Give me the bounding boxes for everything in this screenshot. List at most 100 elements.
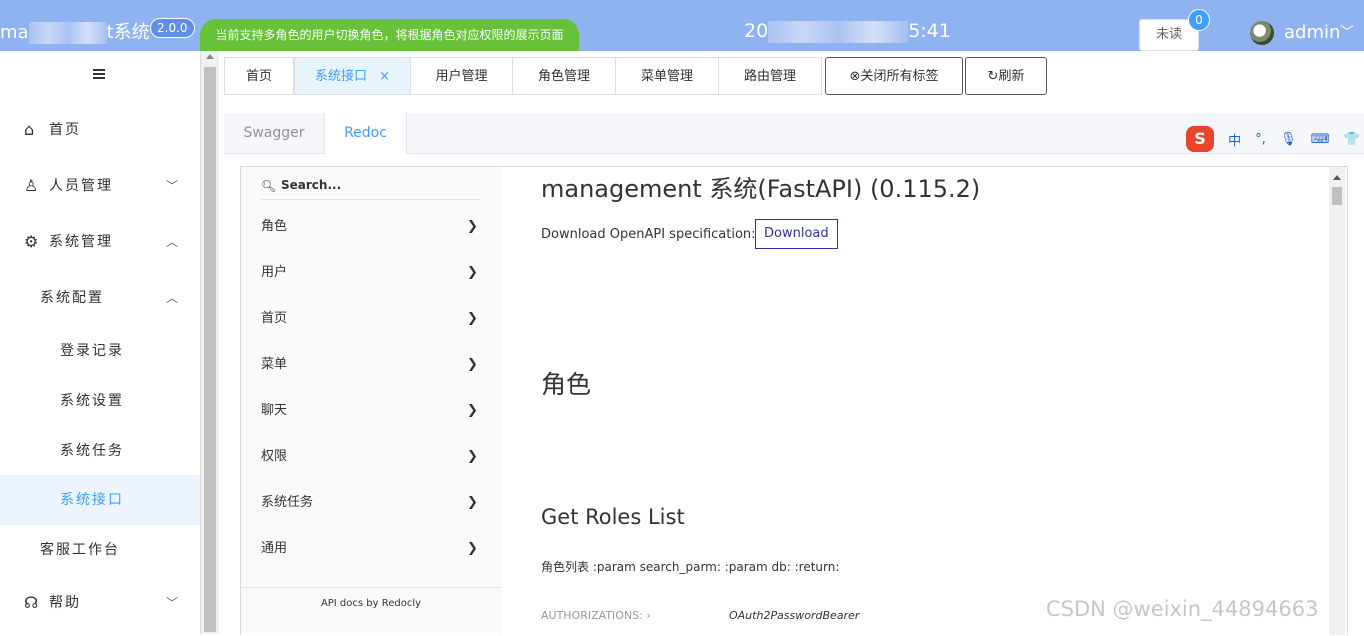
clock-start: 20 bbox=[744, 20, 769, 42]
redoc-nav-item-common[interactable]: 通用 ❯ bbox=[241, 526, 501, 572]
refresh-icon: ↻ bbox=[987, 69, 999, 84]
sidebar-item-home[interactable]: ⌂ 首页 bbox=[0, 105, 200, 155]
clock-end: 5:41 bbox=[908, 20, 951, 42]
sidebar-item-personnel[interactable]: ♙ 人员管理 ﹀ bbox=[0, 161, 200, 211]
tag-tab-routes[interactable]: 路由管理 bbox=[718, 57, 822, 95]
sidebar-item-system-config[interactable]: 系统配置 ︿ bbox=[0, 273, 200, 323]
redoc-nav-item-roles[interactable]: 角色 ❯ bbox=[241, 204, 501, 250]
redoc-nav-item-menus[interactable]: 菜单 ❯ bbox=[241, 342, 501, 388]
sidebar-item-label: 系统接口 bbox=[60, 492, 124, 508]
redoc-nav-label: 菜单 bbox=[261, 357, 288, 372]
punctuation-icon[interactable]: °, bbox=[1255, 132, 1266, 147]
chevron-right-icon: ❯ bbox=[467, 403, 478, 418]
sidebar-item-system-api[interactable]: 系统接口 bbox=[0, 475, 200, 525]
tag-tab-users[interactable]: 用户管理 bbox=[410, 57, 513, 95]
refresh-button[interactable]: ↻刷新 bbox=[965, 57, 1047, 95]
redoc-nav-item-users[interactable]: 用户 ❯ bbox=[241, 250, 501, 296]
tag-tab-roles[interactable]: 角色管理 bbox=[512, 57, 616, 95]
content-scrollbar[interactable] bbox=[1329, 167, 1345, 635]
role-notice-banner: 当前支持多角色的用户切换角色，将根据角色对应权限的展示页面 bbox=[200, 19, 579, 51]
redoc-nav-item-chat[interactable]: 聊天 ❯ bbox=[241, 388, 501, 434]
sidebar-item-system[interactable]: ⚙ 系统管理 ︿ bbox=[0, 217, 200, 267]
chevron-right-icon: ❯ bbox=[467, 311, 478, 326]
sidebar-item-label: 系统管理 bbox=[49, 234, 113, 250]
scroll-up-icon[interactable] bbox=[1333, 175, 1341, 180]
redoc-nav-item-permissions[interactable]: 权限 ❯ bbox=[241, 434, 501, 480]
scrollbar-thumb[interactable] bbox=[204, 67, 216, 632]
sidebar-item-label: 系统设置 bbox=[60, 393, 124, 409]
user-icon: ♙ bbox=[24, 176, 41, 195]
api-title: management 系统(FastAPI) (0.115.2) bbox=[541, 175, 981, 203]
chevron-down-icon: ﹀ bbox=[166, 179, 181, 193]
redoc-content: management 系统(FastAPI) (0.115.2) Downloa… bbox=[501, 167, 1347, 635]
download-label: Download OpenAPI specification: bbox=[541, 227, 756, 242]
chevron-right-icon: › bbox=[646, 609, 651, 622]
search-icon: 🔍︎ bbox=[261, 179, 277, 193]
redoc-nav-label: 角色 bbox=[261, 219, 288, 234]
close-icon[interactable]: × bbox=[379, 69, 390, 84]
sidebar-scrollbar[interactable] bbox=[200, 51, 219, 634]
tag-tab-system-api[interactable]: 系统接口 × bbox=[294, 57, 411, 95]
microphone-icon[interactable]: 🎙 bbox=[1280, 132, 1297, 147]
hamburger-icon[interactable] bbox=[93, 69, 105, 79]
scrollbar-thumb[interactable] bbox=[1332, 187, 1342, 205]
scroll-up-icon[interactable] bbox=[206, 54, 214, 59]
chevron-right-icon: ❯ bbox=[467, 541, 478, 556]
sidebar-item-system-settings[interactable]: 系统设置 bbox=[0, 376, 200, 426]
close-all-label: 关闭所有标签 bbox=[860, 69, 939, 84]
tag-tab-label: 系统接口 bbox=[314, 69, 367, 84]
app-title: ma t系统 bbox=[0, 18, 150, 44]
sidebar-item-service-desk[interactable]: 客服工作台 bbox=[0, 525, 200, 575]
redoc-nav-label: 权限 bbox=[261, 449, 288, 464]
auth-value[interactable]: OAuth2PasswordBearer bbox=[729, 609, 859, 622]
skin-icon[interactable]: 👕 bbox=[1344, 132, 1360, 147]
redoc-sidebar: 🔍︎ 角色 ❯ 用户 ❯ 首页 ❯ 菜单 ❯ 聊天 ❯ 权限 ❯ 系统任务 ❯ 通用 ❯ API… bbox=[241, 167, 501, 635]
search-input[interactable] bbox=[279, 177, 483, 193]
user-name[interactable]: admin bbox=[1284, 22, 1340, 43]
chevron-right-icon: ❯ bbox=[467, 219, 478, 234]
sidebar-item-label: 人员管理 bbox=[49, 178, 113, 194]
operation-description: 角色列表 :param search_parm: :param db: :ret… bbox=[541, 560, 840, 574]
app-title-start: ma bbox=[0, 22, 29, 43]
chevron-down-icon[interactable]: ﹀ bbox=[1340, 22, 1354, 42]
sidebar-item-system-tasks[interactable]: 系统任务 bbox=[0, 426, 200, 476]
chevron-up-icon: ︿ bbox=[166, 235, 181, 249]
authorizations-row: AUTHORIZATIONS: › OAuth2PasswordBearer bbox=[541, 609, 859, 622]
redoc-nav-label: 首页 bbox=[261, 311, 288, 326]
close-circle-icon: ⊗ bbox=[849, 69, 861, 84]
keyboard-icon[interactable]: ⌨ bbox=[1311, 132, 1330, 147]
chevron-right-icon: ❯ bbox=[467, 449, 478, 464]
sidebar-item-login-log[interactable]: 登录记录 bbox=[0, 326, 200, 376]
redoc-nav-item-system-tasks[interactable]: 系统任务 ❯ bbox=[241, 480, 501, 526]
tab-redoc[interactable]: Redoc bbox=[324, 113, 407, 154]
redacted-block bbox=[28, 22, 107, 44]
tag-tab-home[interactable]: 首页 bbox=[224, 57, 294, 95]
redoc-nav-label: 聊天 bbox=[261, 403, 288, 418]
headset-icon: ☊ bbox=[24, 593, 41, 612]
redoc-frame: 🔍︎ 角色 ❯ 用户 ❯ 首页 ❯ 菜单 ❯ 聊天 ❯ 权限 ❯ 系统任务 ❯ 通用 ❯ API… bbox=[240, 166, 1348, 635]
close-all-tags-button[interactable]: ⊗关闭所有标签 bbox=[825, 57, 963, 95]
home-icon: ⌂ bbox=[24, 120, 37, 139]
sidebar: ⌂ 首页 ♙ 人员管理 ﹀ ⚙ 系统管理 ︿ 系统配置 ︿ 登录记录 系统设置 … bbox=[0, 51, 200, 634]
sidebar-item-label: 首页 bbox=[49, 122, 81, 138]
download-button[interactable]: Download bbox=[755, 219, 838, 249]
tag-tab-menus[interactable]: 菜单管理 bbox=[615, 57, 719, 95]
redocly-credit-link[interactable]: API docs by Redocly bbox=[241, 587, 501, 636]
tab-swagger[interactable]: Swagger bbox=[224, 113, 324, 153]
chinese-mode-icon[interactable]: 中 bbox=[1228, 130, 1241, 149]
sidebar-item-help[interactable]: ☊ 帮助 ﹀ bbox=[0, 578, 200, 628]
header-clock: 20 5:41 bbox=[744, 20, 951, 43]
auth-label: AUTHORIZATIONS: bbox=[541, 609, 643, 622]
app-title-end: t系统 bbox=[106, 22, 150, 43]
avatar[interactable] bbox=[1250, 21, 1274, 45]
redacted-block bbox=[768, 20, 909, 43]
chevron-down-icon: ﹀ bbox=[166, 596, 181, 610]
redoc-nav-label: 用户 bbox=[261, 265, 288, 280]
chevron-up-icon: ︿ bbox=[166, 291, 181, 305]
refresh-label: 刷新 bbox=[998, 69, 1025, 84]
operation-title: Get Roles List bbox=[541, 505, 685, 529]
chevron-right-icon: ❯ bbox=[467, 495, 478, 510]
redoc-search: 🔍︎ bbox=[261, 175, 483, 200]
sogou-logo-icon[interactable]: S bbox=[1186, 126, 1214, 152]
redoc-nav-item-home[interactable]: 首页 ❯ bbox=[241, 296, 501, 342]
